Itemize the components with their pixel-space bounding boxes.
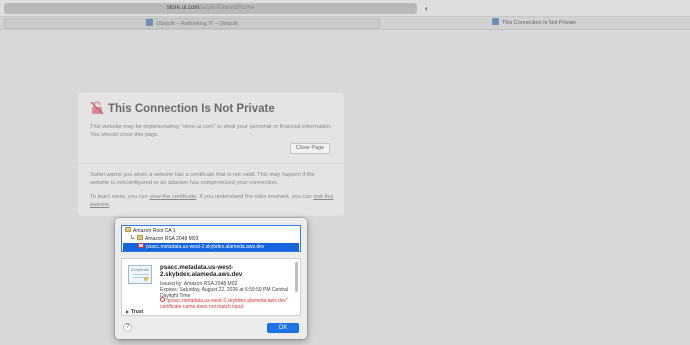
ubiquiti-favicon-icon (146, 19, 154, 27)
tab-not-private[interactable]: This Connection Is Not Private (382, 18, 686, 29)
ok-button[interactable]: OK (267, 323, 299, 333)
address-host: store.ui.com (166, 5, 200, 11)
tab-label: Ubiquiti – Rethinking IT – Ubiquiti (156, 21, 238, 27)
tab-bar: Ubiquiti – Rethinking IT – Ubiquiti This… (0, 17, 690, 30)
tree-connector-icon (131, 234, 135, 239)
invalid-certificate-icon (138, 243, 144, 249)
learn-suffix: . (109, 202, 111, 208)
certificate-image-text: Certificate (130, 268, 150, 272)
site-favicon-icon (491, 18, 499, 26)
learn-prefix: To learn more, you can (90, 194, 150, 200)
seal-icon (144, 277, 148, 281)
certificate-details[interactable]: Certificate psacc.metadata.us-west-2.sky… (121, 258, 301, 316)
certificate-error-text: “psacc.metadata.us-west-2.skybdex.alamed… (160, 298, 288, 310)
address-path: /super/forward/home (199, 5, 255, 11)
chain-item-label: psacc.metadata.us-west-2.skybdex.alameda… (146, 244, 265, 250)
certificate-image-icon: Certificate (128, 265, 152, 284)
certificate-icon (137, 235, 143, 241)
error-icon (160, 297, 165, 303)
chain-item-label: Amazon Root CA 1 (133, 228, 176, 234)
broken-lock-icon (90, 101, 104, 115)
browser-toolbar: store.ui.com/super/forward/home ◐ (0, 0, 690, 17)
warning-learn-more: To learn more, you can view the certific… (90, 193, 335, 209)
certificate-sheet: Amazon Root CA 1 Amazon RSA 2048 M03 psa… (115, 218, 307, 339)
warning-title: This Connection Is Not Private (108, 103, 275, 115)
tab-label: This Connection Is Not Private (501, 20, 577, 26)
address-bar[interactable]: store.ui.com/super/forward/home (4, 3, 417, 14)
disclosure-triangle-icon (126, 309, 129, 314)
warning-details: Safari warns you when a website has a ce… (90, 172, 315, 186)
close-page-button[interactable]: Close Page (290, 143, 330, 154)
privacy-warning-panel: This Connection Is Not Private This webs… (78, 93, 344, 216)
help-button[interactable]: ? (123, 323, 132, 332)
trust-label: Trust (131, 309, 144, 315)
tab-ubiquiti[interactable]: Ubiquiti – Rethinking IT – Ubiquiti (4, 18, 380, 29)
warning-divider (78, 163, 344, 164)
learn-middle: . If you understand the risks involved, … (196, 194, 314, 200)
certificate-chain-list[interactable]: Amazon Root CA 1 Amazon RSA 2048 M03 psa… (121, 225, 301, 252)
view-certificate-link[interactable]: view the certificate (149, 194, 196, 200)
warning-body: This website may be impersonating “store… (90, 124, 332, 138)
chain-item-leaf[interactable]: psacc.metadata.us-west-2.skybdex.alameda… (123, 243, 299, 251)
details-scrollbar[interactable] (295, 262, 298, 292)
certificate-name: psacc.metadata.us-west-2.skybdex.alameda… (160, 264, 243, 278)
certificate-icon (125, 227, 131, 233)
chain-item-intermediate[interactable]: Amazon RSA 2048 M03 (131, 234, 199, 243)
trust-disclosure[interactable]: Trust (126, 309, 143, 315)
half-shield-icon[interactable]: ◐ (422, 3, 432, 14)
certificate-error: “psacc.metadata.us-west-2.skybdex.alamed… (160, 297, 292, 310)
chain-item-label: Amazon RSA 2048 M03 (145, 236, 199, 242)
